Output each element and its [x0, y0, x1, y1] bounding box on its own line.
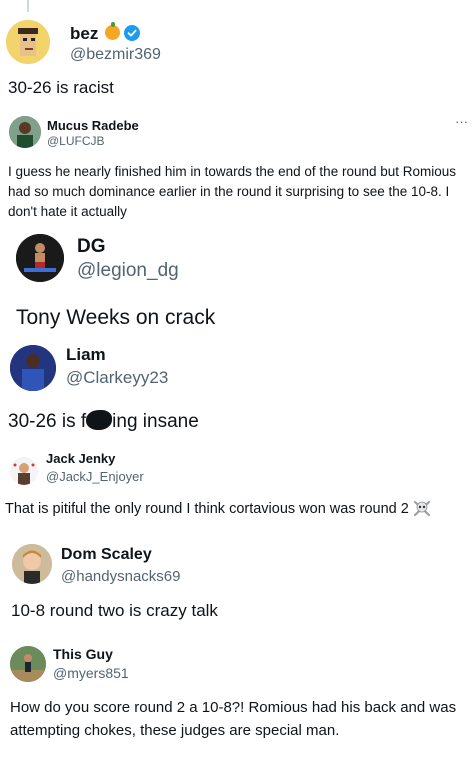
avatar[interactable]: [16, 234, 64, 282]
avatar[interactable]: [10, 345, 56, 391]
display-name[interactable]: Liam: [66, 345, 106, 365]
post-text: How do you score round 2 a 10-8?! Romiou…: [10, 699, 457, 739]
more-options-icon[interactable]: ···: [455, 114, 468, 129]
handle[interactable]: @LUFCJB: [47, 134, 105, 148]
post-text: That is pitiful the only round I think c…: [5, 499, 431, 521]
punk-avatar-icon: [6, 20, 50, 64]
post-text: I guess he nearly finished him in toward…: [8, 164, 457, 219]
avatar[interactable]: [10, 457, 38, 485]
display-name[interactable]: This Guy: [53, 646, 113, 662]
handle[interactable]: @legion_dg: [77, 260, 179, 282]
display-name[interactable]: DG: [77, 236, 106, 258]
post-bez[interactable]: bez @bezmir369 30-26 is racist: [0, 0, 474, 110]
post-text-before: 30-26 is f: [8, 411, 87, 432]
orange-emoji-icon: [105, 22, 120, 40]
post-dom-scaley[interactable]: Dom Scaley @handysnacks69 10-8 round two…: [0, 538, 474, 638]
handle[interactable]: @handysnacks69: [61, 568, 180, 585]
verified-badge-icon: [124, 25, 140, 41]
post-text: Tony Weeks on crack: [16, 306, 216, 329]
post-dg[interactable]: DG @legion_dg Tony Weeks on crack: [0, 228, 474, 333]
handle[interactable]: @JackJ_Enjoyer: [46, 469, 144, 484]
post-text: 30-26 is f ing insane: [8, 410, 199, 433]
avatar[interactable]: [9, 116, 41, 148]
post-text: 10-8 round two is crazy talk: [11, 601, 218, 620]
display-name[interactable]: Mucus Radebe: [47, 118, 139, 133]
censor-scribble: [86, 410, 113, 430]
post-this-guy[interactable]: This Guy @myers851 How do you score roun…: [0, 638, 474, 758]
avatar[interactable]: [12, 544, 52, 584]
post-liam[interactable]: Liam @Clarkeyy23 30-26 is f ing insane: [0, 333, 474, 443]
avatar[interactable]: [6, 20, 50, 64]
display-name[interactable]: bez: [70, 24, 98, 44]
post-text-after: ing insane: [112, 411, 199, 432]
handle[interactable]: @myers851: [53, 665, 129, 681]
display-name[interactable]: Dom Scaley: [61, 546, 152, 564]
handle[interactable]: @bezmir369: [70, 46, 161, 64]
avatar[interactable]: [10, 646, 46, 682]
handle[interactable]: @Clarkeyy23: [66, 368, 168, 388]
post-jack-jenky[interactable]: Jack Jenky @JackJ_Enjoyer That is pitifu…: [0, 443, 474, 538]
post-text-body: That is pitiful the only round I think c…: [5, 501, 409, 517]
post-text: 30-26 is racist: [8, 78, 114, 97]
post-mucus-radebe[interactable]: Mucus Radebe @LUFCJB ··· I guess he near…: [0, 110, 474, 228]
display-name[interactable]: Jack Jenky: [46, 451, 115, 466]
skull-crossbones-icon: [413, 499, 431, 521]
